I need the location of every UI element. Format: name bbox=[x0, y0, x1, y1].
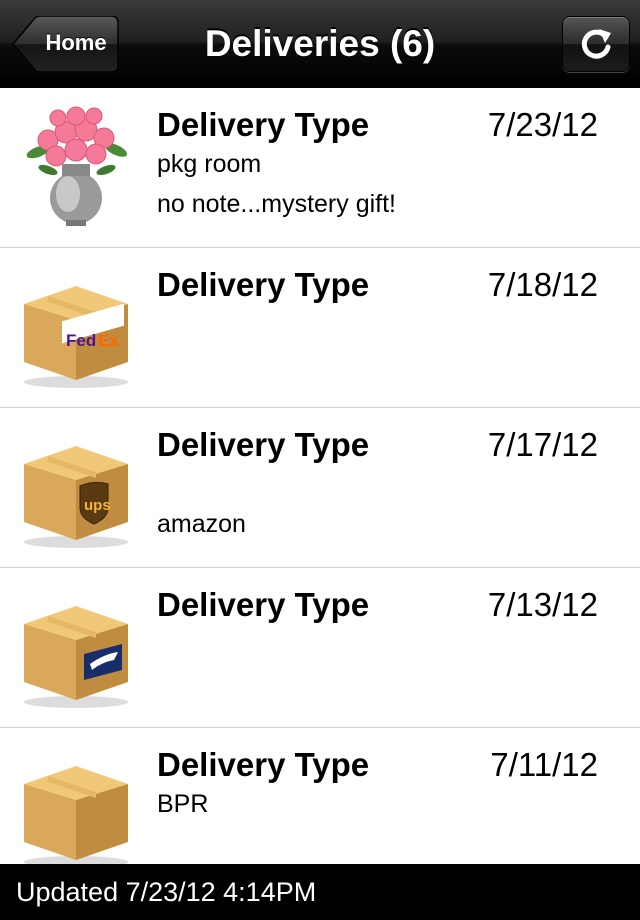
fedex-package-icon: Fed Ex bbox=[24, 286, 128, 388]
navigation-bar: Home Deliveries (6) bbox=[0, 0, 640, 88]
ups-label: ups bbox=[84, 497, 111, 514]
delivery-date: 7/18/12 bbox=[487, 266, 598, 303]
page-title: Deliveries (6) bbox=[204, 23, 436, 64]
refresh-icon bbox=[581, 29, 611, 59]
list-item[interactable]: Delivery Type 7/23/12 pkg room no note..… bbox=[0, 88, 640, 248]
delivery-note: amazon bbox=[157, 510, 246, 538]
fedex-label-ex: Ex bbox=[98, 331, 119, 350]
delivery-type-label: Delivery Type bbox=[157, 586, 370, 623]
ups-package-icon: ups bbox=[24, 446, 128, 548]
deliveries-list: Delivery Type 7/23/12 pkg room no note..… bbox=[0, 88, 640, 888]
package-icon bbox=[24, 766, 128, 868]
last-updated-text: Updated 7/23/12 4:14PM bbox=[16, 877, 317, 907]
refresh-button[interactable] bbox=[562, 16, 630, 72]
list-item[interactable]: Delivery Type 7/13/12 bbox=[0, 568, 640, 728]
status-bar: Updated 7/23/12 4:14PM bbox=[0, 864, 640, 920]
delivery-type-label: Delivery Type bbox=[157, 746, 370, 783]
delivery-date: 7/17/12 bbox=[487, 426, 598, 463]
fedex-label-fed: Fed bbox=[66, 331, 96, 350]
delivery-date: 7/13/12 bbox=[487, 586, 598, 623]
delivery-date: 7/23/12 bbox=[487, 106, 598, 143]
delivery-date: 7/11/12 bbox=[490, 746, 598, 783]
delivery-type-label: Delivery Type bbox=[157, 426, 370, 463]
usps-package-icon bbox=[24, 606, 128, 708]
delivery-location: BPR bbox=[157, 790, 209, 818]
list-item[interactable]: ups Delivery Type 7/17/12 amazon bbox=[0, 408, 640, 568]
delivery-location: pkg room bbox=[157, 150, 262, 178]
list-item[interactable]: Fed Ex Delivery Type 7/18/12 bbox=[0, 248, 640, 408]
delivery-note: no note...mystery gift! bbox=[157, 190, 396, 218]
delivery-type-label: Delivery Type bbox=[157, 106, 370, 143]
flowers-icon bbox=[26, 106, 128, 226]
delivery-type-label: Delivery Type bbox=[157, 266, 370, 303]
